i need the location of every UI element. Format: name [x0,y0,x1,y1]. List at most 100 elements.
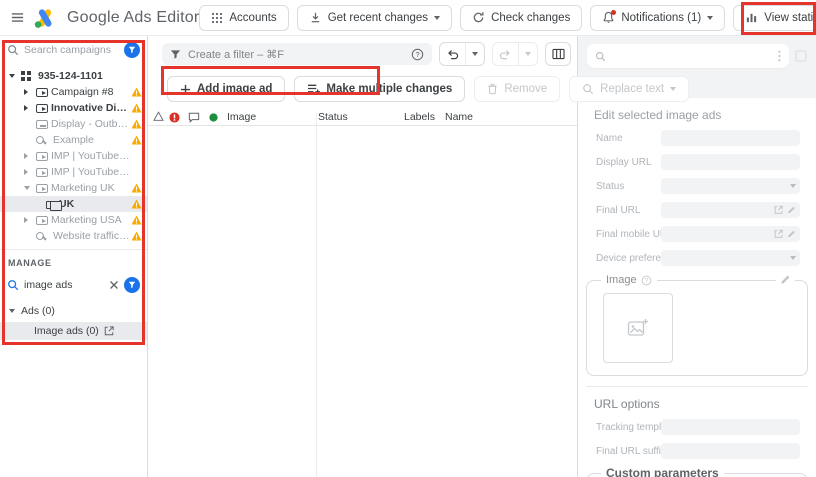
search-icon [7,279,19,291]
column-header-status[interactable]: Status [318,111,348,123]
warning-icon [130,119,142,129]
campaign-search-input[interactable] [24,44,119,56]
field-device-preference: Device preference [596,250,800,266]
expand-arrow-icon[interactable] [24,89,36,95]
notifications-button[interactable]: Notifications (1) [590,4,726,31]
field-display-url: Display URL [596,154,800,170]
menu-icon[interactable] [10,7,25,29]
field-name: Name [596,130,800,146]
field-final-url-suffix: Final URL suffix [596,443,800,459]
help-icon[interactable]: ? [411,48,424,61]
sidebar: 935-124-1101 Campaign #8 Innovative Digi… [0,36,148,477]
tree-item-label: Display - Outbound - ... [51,118,130,130]
tree-item-display-outbound[interactable]: Display - Outbound - ... [0,116,147,132]
final-mobile-url-input[interactable] [661,226,800,242]
apps-grid-icon [211,12,223,24]
tree-item-label: Marketing UK [51,182,115,194]
bar-chart-icon [745,11,758,24]
video-icon [36,103,48,113]
account-icon [21,71,35,82]
status-select[interactable] [661,178,800,194]
campaign-tree: 935-124-1101 Campaign #8 Innovative Digi… [0,68,147,244]
expand-arrow-icon[interactable] [24,105,36,111]
table-header-row: Image Status Labels Name [148,110,577,126]
name-input[interactable] [661,130,800,146]
video-icon [36,167,48,177]
accounts-button[interactable]: Accounts [199,4,289,31]
display-icon [36,119,48,129]
tracking-template-input[interactable] [661,419,800,435]
url-options-heading: URL options [594,397,660,411]
tree-item-imp-youtube-prospecting[interactable]: IMP | YouTube Prospecting [0,148,147,164]
expand-arrow-icon[interactable] [24,217,36,223]
image-upload-placeholder[interactable] [603,293,673,363]
filter-placeholder: Create a filter – ⌘F [188,48,284,61]
tree-item-label: UK [59,198,75,210]
create-filter-input[interactable]: Create a filter – ⌘F ? [162,43,432,65]
topbar-buttons: Accounts Get recent changes Check change… [199,4,816,31]
make-multiple-changes-button[interactable]: Make multiple changes [294,76,466,102]
campaign-filter-button[interactable] [124,42,140,58]
app-title: Google Ads Editor [67,8,200,26]
final-url-input[interactable] [661,202,800,218]
expand-arrow-icon[interactable] [9,309,21,313]
tree-item-uk[interactable]: UK [0,196,147,212]
tree-item-imp-youtube-remarketi[interactable]: IMP | YouTube Remarketi... [0,164,147,180]
replace-text-button: Replace text [569,76,690,102]
manage-filter-button[interactable] [124,277,140,293]
pop-out-icon [795,50,807,62]
panel-search-input[interactable] [587,44,789,68]
video-icon [36,215,48,225]
get-recent-changes-button[interactable]: Get recent changes [296,4,453,31]
warning-icon [130,199,142,209]
column-header-name[interactable]: Name [445,111,473,123]
clear-search-icon[interactable] [109,280,119,290]
comment-column-icon[interactable] [188,112,200,123]
tree-item-marketing-uk[interactable]: Marketing UK [0,180,147,196]
open-in-new-icon[interactable] [104,326,114,336]
final-url-suffix-input[interactable] [661,443,800,459]
undo-dropdown-button[interactable] [465,43,484,65]
display-url-input[interactable] [661,154,800,170]
manage-search-input[interactable] [24,279,104,291]
google-ads-editor-window: Google Ads Editor Accounts Get recent ch… [0,0,816,477]
column-header-labels[interactable]: Labels [404,111,435,123]
error-column-icon[interactable] [169,112,180,123]
expand-arrow-icon[interactable] [24,169,36,175]
check-changes-button[interactable]: Check changes [460,4,583,31]
tree-item-campaign-8[interactable]: Campaign #8 [0,84,147,100]
add-image-ad-button[interactable]: Add image ad [167,76,286,102]
device-preference-select[interactable] [661,250,800,266]
video-icon [36,183,48,193]
status-dot-column-icon[interactable] [209,113,218,122]
add-image-icon [627,319,648,336]
chevron-down-icon [472,52,478,56]
pencil-icon [787,230,796,239]
edit-panel: Edit selected image ads Name Display URL… [577,36,816,477]
expand-arrow-icon[interactable] [24,153,36,159]
remove-button: Remove [474,76,561,102]
tree-item-marketing-usa[interactable]: Marketing USA [0,212,147,228]
choose-columns-button[interactable] [545,42,571,66]
tree-item-label: Example [53,134,94,146]
tree-item-website-traffic-searc[interactable]: Website traffic-Searc... [0,228,147,244]
tree-item-example[interactable]: Example [0,132,147,148]
tree-item-innovative-digital-ma[interactable]: Innovative Digital Ma... [0,100,147,116]
column-header-image[interactable]: Image [227,111,256,123]
tree-item-935-124-1101[interactable]: 935-124-1101 [0,68,147,84]
warning-column-icon[interactable] [153,111,164,121]
bell-icon [602,10,617,24]
ads-group-row[interactable]: Ads (0) [0,302,147,320]
tree-item-label: Website traffic-Searc... [53,230,130,242]
image-ads-item-row[interactable]: Image ads (0) [0,322,147,340]
redo-button [493,43,518,65]
pencil-icon[interactable] [776,274,795,285]
expand-arrow-icon[interactable] [9,74,21,78]
more-options-icon[interactable] [778,50,781,62]
main-grid-panel: Create a filter – ⌘F ? Add image ad Make… [148,36,690,477]
ads-group-label: Ads (0) [21,305,55,317]
expand-arrow-icon[interactable] [24,186,36,190]
open-in-new-icon [774,205,783,215]
view-statistics-button[interactable]: View statistics [733,4,816,31]
undo-button[interactable] [440,43,465,65]
